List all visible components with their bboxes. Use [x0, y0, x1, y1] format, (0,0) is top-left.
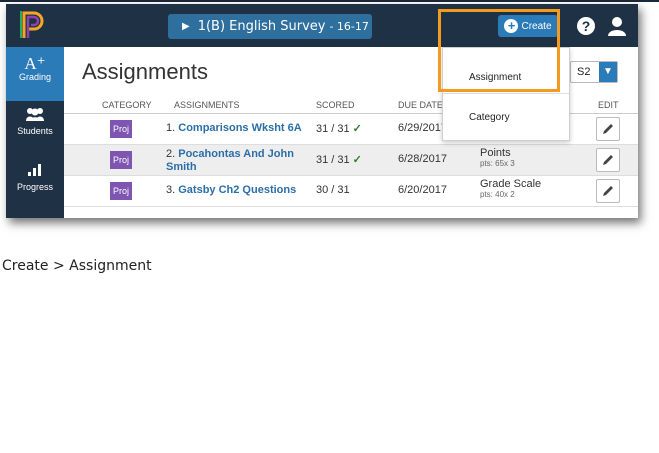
- category-badge: Proj: [110, 182, 132, 200]
- points-info: pts: 65x 3: [480, 159, 515, 168]
- svg-text:?: ?: [582, 18, 591, 34]
- assignment-link[interactable]: 3. Gatsby Ch2 Questions: [166, 184, 296, 196]
- category-badge: Proj: [110, 120, 132, 138]
- score-value: 31 / 31: [316, 123, 350, 135]
- assignment-name: Comparisons Wksht 6A: [178, 122, 302, 134]
- score-cell: 31 / 31 ✓: [316, 153, 362, 166]
- pencil-icon: [603, 155, 613, 165]
- sidebar-item-grading[interactable]: A⁺ Grading: [6, 47, 64, 101]
- powerschool-logo[interactable]: [20, 10, 46, 40]
- chevron-down-icon: ▼: [599, 62, 617, 82]
- scoring-method: Grade Scale: [480, 178, 542, 190]
- column-header-scored: SCORED: [316, 100, 355, 110]
- page-title: Assignments: [82, 59, 208, 84]
- score-value: 31 / 31: [316, 154, 350, 166]
- term-select[interactable]: S2 ▼: [570, 61, 618, 83]
- help-icon[interactable]: ?: [576, 16, 596, 36]
- play-icon: ▶: [182, 21, 190, 32]
- category-badge: Proj: [110, 151, 132, 169]
- top-border-line: [0, 0, 659, 2]
- class-year: - 16-17: [329, 20, 369, 33]
- column-header-category: CATEGORY: [102, 100, 152, 110]
- students-icon: [26, 108, 44, 121]
- pencil-icon: [603, 124, 613, 134]
- sidebar: A⁺ Grading Students Progress: [6, 47, 64, 218]
- term-select-value: S2: [577, 66, 591, 78]
- class-selector-button[interactable]: ▶ 1(B) English Survey - 16-17: [168, 14, 372, 39]
- points-info: pts: 40x 2: [480, 190, 515, 199]
- column-header-edit: EDIT: [598, 100, 619, 110]
- check-icon: ✓: [352, 123, 362, 135]
- score-cell: 30 / 31: [316, 184, 350, 196]
- due-date-cell: 6/29/2017: [398, 122, 447, 134]
- assignment-number: 2.: [166, 148, 176, 160]
- column-header-due-date: DUE DATE: [398, 100, 443, 110]
- column-header-assignments: ASSIGNMENTS: [174, 100, 240, 110]
- table-row[interactable]: Proj 2. Pocahontas And John Smith 31 / 3…: [64, 145, 638, 176]
- score-value: 30 / 31: [316, 184, 350, 196]
- sidebar-item-students[interactable]: Students: [6, 107, 64, 147]
- assignment-name: Pocahontas And John Smith: [166, 148, 294, 173]
- assignment-link[interactable]: 2. Pocahontas And John Smith: [166, 148, 306, 174]
- due-date-cell: 6/28/2017: [398, 153, 447, 165]
- scoring-method-cell: Points pts: 65x 3: [480, 147, 515, 168]
- pencil-icon: [603, 186, 613, 196]
- assignment-name: Gatsby Ch2 Questions: [178, 184, 297, 196]
- class-name: 1(B) English Survey: [197, 19, 326, 34]
- aplus-icon: A⁺: [24, 54, 46, 73]
- due-date-cell: 6/20/2017: [398, 184, 447, 196]
- scoring-method: Points: [480, 147, 511, 159]
- user-icon[interactable]: [606, 15, 628, 37]
- edit-button[interactable]: [596, 117, 620, 141]
- table-row[interactable]: Proj 3. Gatsby Ch2 Questions 30 / 31 6/2…: [64, 176, 638, 207]
- edit-button[interactable]: [596, 179, 620, 203]
- progress-icon: [28, 164, 41, 176]
- menu-divider: [443, 93, 569, 94]
- menu-item-category[interactable]: Category: [469, 112, 510, 123]
- create-highlight-box: [438, 9, 560, 92]
- sidebar-item-label: Progress: [16, 182, 53, 192]
- assignment-link[interactable]: 1. Comparisons Wksht 6A: [166, 122, 302, 134]
- assignment-number: 3.: [166, 184, 176, 196]
- sidebar-item-label: Grading: [18, 72, 52, 82]
- sidebar-item-progress[interactable]: Progress: [6, 163, 64, 203]
- sidebar-item-label: Students: [17, 126, 53, 136]
- edit-button[interactable]: [596, 148, 620, 172]
- scoring-method-cell: Grade Scale pts: 40x 2: [480, 178, 541, 199]
- score-cell: 31 / 31 ✓: [316, 122, 362, 135]
- check-icon: ✓: [352, 154, 362, 166]
- caption-text: Create > Assignment: [2, 258, 152, 274]
- app-screenshot: ▶ 1(B) English Survey - 16-17 + Create ?…: [6, 4, 638, 218]
- assignment-number: 1.: [166, 122, 176, 134]
